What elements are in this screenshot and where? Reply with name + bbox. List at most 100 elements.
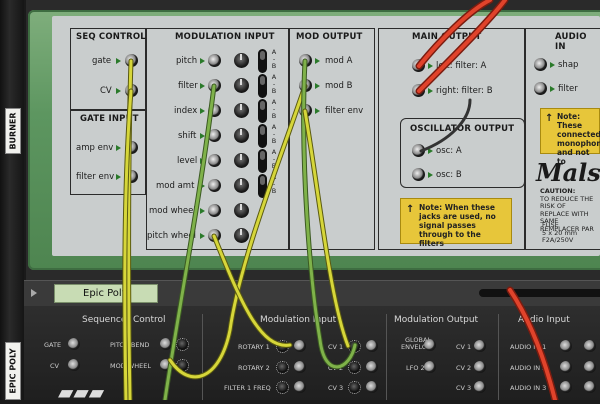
ep-rotary1-jack[interactable] (294, 340, 306, 352)
ep-mod-cv2-label: CV 2 (328, 364, 344, 372)
collapse-triangle-icon[interactable] (31, 289, 37, 297)
device-label-epic-poly: EPIC POLY (5, 342, 21, 400)
ep-pitch-bend-jack[interactable] (160, 338, 172, 350)
arrow-icon (550, 62, 555, 68)
arrow-icon (200, 208, 205, 214)
brand-logo: Mals (536, 158, 600, 187)
ep-pitch-bend-label: PITCH BEND (110, 341, 150, 349)
ep-audio1-jack[interactable] (560, 340, 572, 352)
arrow-icon (116, 58, 121, 64)
ep-pitch-bend-knob[interactable] (176, 338, 189, 351)
arrow-icon (428, 148, 433, 154)
seq-gate-jack[interactable] (125, 54, 138, 67)
mod-in-jack-index[interactable] (208, 104, 221, 117)
ep-cv-jack[interactable] (68, 359, 80, 371)
ep-mod-out-cv2-label: CV 2 (456, 364, 472, 372)
ep-rotary2-knob[interactable] (276, 361, 289, 374)
ep-mod-cv1-knob[interactable] (348, 340, 361, 353)
rack-rail: BURNER EPIC POLY (0, 0, 24, 400)
main-out-right-label: right: filter: B (436, 86, 493, 96)
arrow-icon (200, 233, 205, 239)
oscillator-output-title: OSCILLATOR OUTPUT (410, 124, 515, 134)
osc-b-jack[interactable] (412, 168, 425, 181)
mod-out-jack-a[interactable] (299, 54, 312, 67)
divider (386, 314, 387, 400)
arrow-icon (315, 108, 320, 114)
ep-gate-jack[interactable] (68, 338, 80, 350)
ep-audio3-jack-b[interactable] (584, 381, 596, 393)
modulation-input-title: MODULATION INPUT (175, 32, 275, 42)
ep-mod-cv1-label: CV 1 (328, 343, 344, 351)
gate-input-title: GATE INPUT (80, 114, 139, 124)
epic-poly-logo-icon: ▰▰▰ (58, 380, 105, 404)
seq-cv-jack[interactable] (125, 84, 138, 97)
osc-a-jack[interactable] (412, 144, 425, 157)
mod-in-jack-level[interactable] (208, 154, 221, 167)
mod-in-jack-mod-amt[interactable] (208, 179, 221, 192)
ep-mod-cv3-label: CV 3 (328, 384, 344, 392)
ep-lfo2-jack[interactable] (424, 361, 436, 373)
ep-mod-input-title: Modulation Input (260, 315, 337, 325)
arrow-icon (315, 83, 320, 89)
mod-in-jack-pitch-wheel[interactable] (208, 229, 221, 242)
mod-in-knob-pitch[interactable] (234, 53, 249, 68)
mod-in-knob-filter[interactable] (234, 78, 249, 93)
mod-in-knob-pitch-wheel[interactable] (234, 228, 249, 243)
mod-out-jack-filter-env[interactable] (299, 104, 312, 117)
ep-mod-cv2-jack[interactable] (366, 361, 378, 373)
arrow-icon (116, 88, 121, 94)
main-out-left-jack[interactable] (412, 59, 425, 72)
audio-in-filter-jack[interactable] (534, 82, 547, 95)
ep-mod-out-cv1-jack[interactable] (474, 340, 486, 352)
mod-in-label-level: level (177, 156, 198, 166)
mod-switch-index[interactable] (258, 99, 267, 123)
seq-control-title-dark: Sequencer Control (82, 315, 166, 325)
device-name-tag[interactable]: Epic Poly (54, 284, 158, 303)
seq-cv-label: CV (100, 86, 112, 96)
ep-audio2-jack[interactable] (560, 361, 572, 373)
ep-audio1-jack-b[interactable] (584, 340, 596, 352)
audio-in-shape-jack[interactable] (534, 58, 547, 71)
ep-mod-cv3-jack[interactable] (366, 381, 378, 393)
ep-filter-freq-label: FILTER 1 FREQ (224, 384, 271, 392)
ep-rotary1-knob[interactable] (276, 340, 289, 353)
arrow-icon (200, 183, 205, 189)
ep-mod-wheel-jack[interactable] (160, 359, 172, 371)
amp-env-jack[interactable] (125, 141, 138, 154)
ep-mod-out-cv2-jack[interactable] (474, 361, 486, 373)
ep-mod-cv1-jack[interactable] (366, 340, 378, 352)
ep-rotary2-jack[interactable] (294, 361, 306, 373)
mod-in-label-shift: shift (178, 131, 197, 141)
mod-switch-level[interactable] (258, 149, 267, 173)
main-out-left-label: left: filter: A (436, 61, 487, 71)
ep-mod-out-cv3-label: CV 3 (456, 384, 472, 392)
mod-out-jack-b[interactable] (299, 79, 312, 92)
mod-switch-shift[interactable] (258, 124, 267, 148)
ep-mod-cv2-knob[interactable] (348, 361, 361, 374)
ep-filter-freq-jack[interactable] (294, 381, 306, 393)
mod-switch-filter[interactable] (258, 74, 267, 98)
mod-in-jack-shift[interactable] (208, 129, 221, 142)
arrow-icon (315, 58, 320, 64)
mod-in-knob-shift[interactable] (234, 128, 249, 143)
mod-switch-mod-amt[interactable] (258, 174, 267, 198)
mod-in-jack-pitch[interactable] (208, 54, 221, 67)
ep-filter-freq-knob[interactable] (276, 381, 289, 394)
ep-audio2-jack-b[interactable] (584, 361, 596, 373)
filter-env-gate-jack[interactable] (125, 170, 138, 183)
mod-in-knob-level[interactable] (234, 153, 249, 168)
ep-mod-wheel-knob[interactable] (176, 359, 189, 372)
ep-global-env-jack[interactable] (424, 339, 436, 351)
mod-in-jack-filter[interactable] (208, 79, 221, 92)
arrow-icon (200, 108, 205, 114)
ep-audio3-jack[interactable] (560, 381, 572, 393)
ep-mod-cv3-knob[interactable] (348, 381, 361, 394)
ep-mod-out-cv3-jack[interactable] (474, 381, 486, 393)
mod-in-knob-mod-wheel[interactable] (234, 203, 249, 218)
ep-audio1-label: AUDIO IN 1 (510, 343, 547, 351)
mod-switch-pitch[interactable] (258, 49, 267, 73)
mod-in-jack-mod-wheel[interactable] (208, 204, 221, 217)
mod-in-knob-mod-amt[interactable] (234, 178, 249, 193)
mod-in-knob-index[interactable] (234, 103, 249, 118)
main-out-right-jack[interactable] (412, 84, 425, 97)
